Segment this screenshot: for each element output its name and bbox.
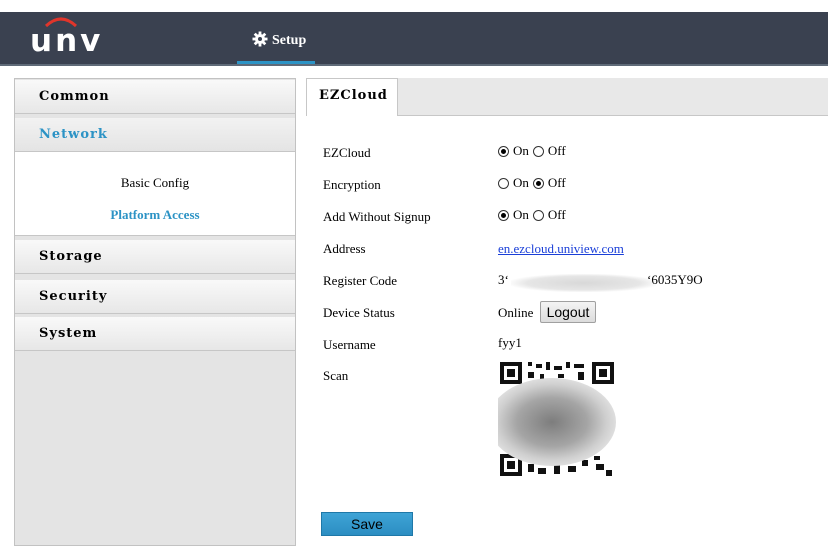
top-bar: unv Setup — [0, 12, 828, 64]
ezcloud-on-radio[interactable] — [498, 145, 509, 157]
device-status-label: Device Status — [323, 305, 395, 320]
address-label: Address — [323, 241, 366, 256]
sidebar-item-basic-config[interactable]: Basic Config — [15, 175, 295, 191]
encryption-off-label: Off — [547, 175, 566, 190]
encryption-on-radio[interactable] — [498, 177, 509, 189]
sidebar-item-platform-access[interactable]: Platform Access — [15, 207, 295, 223]
register-code-suffix: ‘6035Y9O — [647, 272, 703, 287]
tab-ezcloud[interactable]: EZCloud — [306, 78, 398, 116]
address-link[interactable]: en.ezcloud.uniview.com — [498, 241, 624, 257]
sidebar-item-storage[interactable]: Storage — [15, 240, 295, 274]
ezcloud-off-label: Off — [547, 143, 566, 158]
ezcloud-off-radio[interactable] — [532, 145, 544, 157]
setup-label: Setup — [272, 33, 307, 48]
main-panel: EZCloud EZCloud On Off Encryption On Off… — [306, 78, 828, 546]
username-value: fyy1 — [498, 335, 522, 350]
gear-icon — [252, 31, 268, 52]
register-code-prefix: 3‘ — [498, 272, 509, 287]
add-without-signup-label: Add Without Signup — [323, 209, 431, 224]
header-divider — [0, 64, 828, 66]
network-submenu: Basic Config Platform Access — [15, 152, 295, 236]
logo-text: unv — [30, 23, 104, 59]
sidebar: Common Network Basic Config Platform Acc… — [14, 78, 296, 546]
top-strip — [0, 0, 828, 12]
logout-button[interactable]: Logout — [540, 301, 596, 323]
username-label: Username — [323, 337, 376, 352]
ezcloud-label: EZCloud — [323, 145, 371, 160]
address-link-text[interactable]: en.ezcloud.uniview.com — [498, 241, 624, 256]
tab-bar: EZCloud — [306, 78, 828, 116]
register-code-blur — [511, 274, 656, 292]
sidebar-item-network[interactable]: Network — [15, 118, 295, 152]
add-without-signup-on-radio[interactable] — [498, 209, 509, 221]
add-without-signup-off-radio[interactable] — [532, 209, 544, 221]
ezcloud-radio-group: On Off — [498, 143, 570, 159]
encryption-label: Encryption — [323, 177, 381, 192]
sidebar-item-common[interactable]: Common — [15, 80, 295, 114]
add-without-signup-off-label: Off — [547, 207, 566, 222]
sidebar-item-security[interactable]: Security — [15, 280, 295, 314]
sidebar-item-system[interactable]: System — [15, 317, 295, 351]
save-button[interactable]: Save — [321, 512, 413, 536]
ezcloud-on-label: On — [513, 143, 529, 158]
encryption-off-radio[interactable] — [532, 177, 544, 189]
add-without-signup-radio-group: On Off — [498, 207, 570, 223]
encryption-on-label: On — [513, 175, 529, 190]
qr-code — [488, 360, 616, 478]
scan-label: Scan — [323, 368, 349, 383]
device-status-value: Online — [498, 305, 534, 320]
add-without-signup-on-label: On — [513, 207, 529, 222]
register-code-label: Register Code — [323, 273, 398, 288]
encryption-radio-group: On Off — [498, 175, 570, 191]
tab-setup[interactable]: Setup — [237, 24, 315, 64]
unv-logo: unv — [30, 17, 140, 59]
